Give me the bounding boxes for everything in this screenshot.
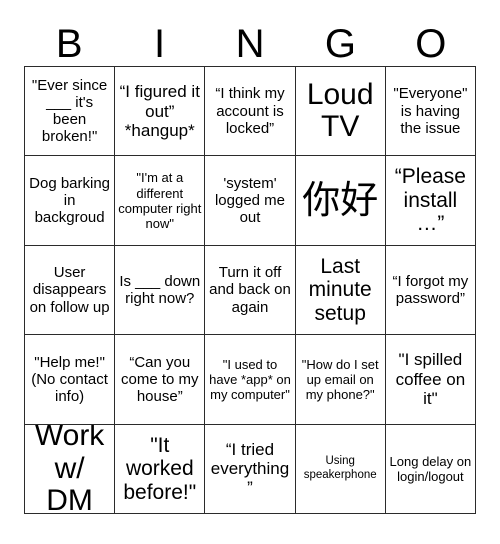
- bingo-square-text: “I think my account is locked”: [215, 85, 285, 137]
- bingo-square[interactable]: "I used to have *app* on my computer": [205, 335, 296, 425]
- bingo-square-text: Is ___ down right now?: [119, 272, 201, 307]
- bingo-card: B I N G O "Ever since ___ it's been brok…: [0, 0, 500, 544]
- bingo-header-letter-b: B: [55, 22, 83, 66]
- bingo-header-row: B I N G O: [24, 22, 476, 66]
- bingo-square[interactable]: “I tried everything”: [205, 424, 296, 514]
- bingo-square-text: Work w/ DM: [34, 424, 105, 514]
- bingo-square-text: “Please install …”: [394, 165, 466, 236]
- bingo-square-text: "Help me!" (No contact info): [31, 353, 108, 406]
- bingo-square-text: "I'm at a different computer right now": [118, 170, 202, 231]
- bingo-header-letter-g: G: [324, 22, 356, 66]
- bingo-square[interactable]: "How do I set up email on my phone?": [295, 335, 386, 425]
- bingo-square-text: 'system' logged me out: [214, 174, 286, 227]
- bingo-square-text: User disappears on follow up: [29, 264, 110, 316]
- bingo-square-text: Dog barking in backgroud: [29, 174, 111, 227]
- bingo-square-text: Loud TV: [306, 77, 374, 144]
- bingo-square[interactable]: Loud TV: [295, 67, 386, 157]
- bingo-square[interactable]: "I spilled coffee on it": [385, 335, 476, 425]
- bingo-square[interactable]: "Ever since ___ it's been broken!": [25, 67, 116, 157]
- bingo-square[interactable]: “Can you come to my house”: [115, 335, 206, 425]
- bingo-square-text: "Everyone" is having the issue: [393, 85, 468, 137]
- bingo-square-text: Using speakerphone: [303, 455, 377, 481]
- bingo-square-text: “I figured it out” *hangup*: [119, 82, 200, 140]
- bingo-square[interactable]: “Please install …”: [385, 156, 476, 246]
- bingo-square[interactable]: Work w/ DM: [25, 424, 116, 514]
- bingo-square[interactable]: 你好: [295, 156, 386, 246]
- bingo-header-letter-i: I: [154, 22, 166, 66]
- bingo-square[interactable]: 'system' logged me out: [205, 156, 296, 246]
- bingo-square-text: “Can you come to my house”: [121, 353, 199, 406]
- bingo-square[interactable]: User disappears on follow up: [25, 245, 116, 336]
- bingo-square-text: "It worked before!": [123, 433, 197, 504]
- bingo-header-letter-o: O: [415, 22, 447, 66]
- bingo-square[interactable]: Last minute setup: [295, 245, 386, 336]
- bingo-header-letter-n: N: [235, 22, 265, 66]
- bingo-square[interactable]: Using speakerphone: [295, 424, 386, 514]
- bingo-square[interactable]: "Everyone" is having the issue: [385, 67, 476, 157]
- bingo-square-text: "How do I set up email on my phone?": [301, 356, 379, 402]
- bingo-square-text: "I spilled coffee on it": [395, 350, 466, 409]
- bingo-grid: "Ever since ___ it's been broken!" “I fig…: [24, 66, 476, 514]
- bingo-square[interactable]: “I forgot my password”: [385, 245, 476, 336]
- bingo-square[interactable]: Turn it off and back on again: [205, 245, 296, 336]
- bingo-square[interactable]: Is ___ down right now?: [115, 245, 206, 336]
- bingo-square-text: Last minute setup: [308, 254, 372, 325]
- bingo-square[interactable]: Dog barking in backgroud: [25, 156, 116, 246]
- bingo-square-text: Long delay on login/logout: [389, 453, 472, 484]
- bingo-square[interactable]: “I figured it out” *hangup*: [115, 67, 206, 157]
- bingo-square-text: “I forgot my password”: [392, 272, 469, 307]
- bingo-square[interactable]: "Help me!" (No contact info): [25, 335, 116, 425]
- bingo-square-text: 你好: [302, 177, 379, 222]
- bingo-square-text: Turn it off and back on again: [209, 264, 291, 316]
- bingo-square[interactable]: "It worked before!": [115, 424, 206, 514]
- bingo-square-text: "Ever since ___ it's been broken!": [31, 76, 108, 146]
- bingo-square[interactable]: "I'm at a different computer right now": [115, 156, 206, 246]
- bingo-square[interactable]: “I think my account is locked”: [205, 67, 296, 157]
- bingo-square-text: "I used to have *app* on my computer": [209, 356, 291, 402]
- bingo-square-text: “I tried everything”: [210, 439, 290, 498]
- bingo-square[interactable]: Long delay on login/logout: [385, 424, 476, 514]
